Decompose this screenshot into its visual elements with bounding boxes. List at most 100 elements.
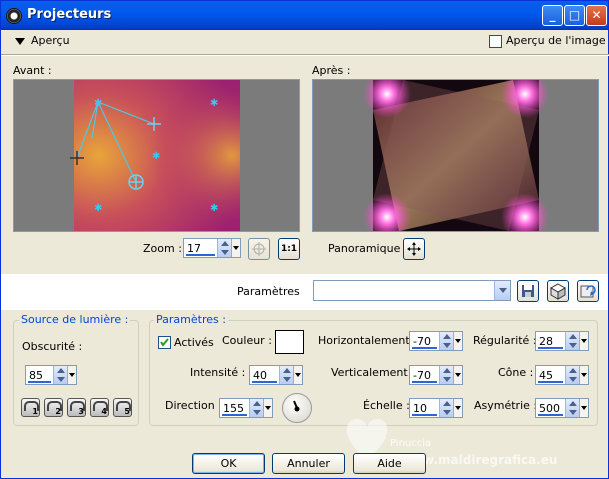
after-preview xyxy=(312,79,599,232)
scale-spinbox[interactable]: 10 xyxy=(409,398,463,418)
zoom-spinbox[interactable]: 17 xyxy=(183,238,241,258)
intensity-spinbox[interactable]: 40 xyxy=(249,365,303,385)
save-preset-button[interactable] xyxy=(517,280,539,302)
close-button[interactable]: ✕ xyxy=(586,5,607,26)
horizontal-underline xyxy=(412,347,437,349)
direction-label: Direction : xyxy=(165,399,222,412)
direction-spin-arrows-icon[interactable] xyxy=(249,399,263,417)
darkness-label: Obscurité : xyxy=(22,340,83,353)
darkness-dropdown-icon[interactable] xyxy=(67,366,76,384)
asymmetry-label: Asymétrie : xyxy=(474,399,538,412)
pan-button[interactable] xyxy=(403,238,425,260)
ok-button[interactable]: OK xyxy=(192,453,265,474)
direction-dial[interactable] xyxy=(282,393,312,423)
direction-dropdown-icon[interactable] xyxy=(263,399,272,417)
randomize-button[interactable] xyxy=(547,280,569,302)
window-title: Projecteurs xyxy=(27,7,112,22)
svg-text:✱: ✱ xyxy=(210,203,218,214)
after-preview-image xyxy=(363,80,549,231)
presets-label: Paramètres xyxy=(237,285,300,298)
dice-icon xyxy=(549,283,567,300)
actual-size-button[interactable]: 1:1 xyxy=(278,238,300,260)
minimize-button[interactable]: _ xyxy=(542,5,563,26)
pan-arrows-icon xyxy=(407,242,421,256)
scale-dropdown-icon[interactable] xyxy=(453,399,462,417)
after-label: Après : xyxy=(312,64,351,77)
light-preset-4-number: 4 xyxy=(101,407,107,416)
light-preset-3-number: 3 xyxy=(78,407,84,416)
svg-text:✱: ✱ xyxy=(94,98,102,109)
intensity-dropdown-icon[interactable] xyxy=(293,366,302,384)
before-label: Avant : xyxy=(13,64,52,77)
regularity-label: Régularité : xyxy=(473,334,537,347)
darkness-spinbox[interactable]: 85 xyxy=(25,365,77,385)
asymmetry-dropdown-icon[interactable] xyxy=(579,399,588,417)
cone-dropdown-icon[interactable] xyxy=(579,366,588,384)
preview-toggle-label[interactable]: Aperçu xyxy=(31,34,70,47)
parameters-title: Paramètres : xyxy=(154,313,228,326)
regularity-spinbox[interactable]: 28 xyxy=(535,331,589,351)
cone-spinbox[interactable]: 45 xyxy=(535,365,589,385)
asymmetry-spinbox[interactable]: 500 xyxy=(535,398,589,418)
light-preset-1-button[interactable]: 1 xyxy=(21,398,40,417)
zoom-spin-arrows-icon[interactable] xyxy=(217,239,231,257)
color-swatch[interactable] xyxy=(275,330,304,354)
darkness-underline xyxy=(28,381,51,383)
vertical-spinbox[interactable]: -70 xyxy=(409,365,463,385)
intensity-underline xyxy=(252,381,277,383)
horizontal-label: Horizontalement : xyxy=(318,334,417,347)
direction-dial-needle-icon xyxy=(293,400,300,412)
pan-label: Panoramique : xyxy=(328,242,408,255)
vertical-label: Verticalement : xyxy=(331,366,415,379)
light-preset-4-button[interactable]: 4 xyxy=(90,398,109,417)
asymmetry-spin-arrows-icon[interactable] xyxy=(565,399,579,417)
intensity-label: Intensité : xyxy=(190,366,246,379)
zoom-underline xyxy=(186,254,215,256)
light-preset-5-number: 5 xyxy=(124,407,130,416)
direction-spinbox[interactable]: 155 xyxy=(219,398,273,418)
watermark-name: Pinuccia xyxy=(390,438,432,449)
asymmetry-underline xyxy=(538,414,563,416)
checkmark-icon xyxy=(160,338,169,347)
reset-icon xyxy=(580,285,596,298)
horizontal-spin-arrows-icon[interactable] xyxy=(439,332,453,350)
light-preset-2-number: 2 xyxy=(55,407,61,416)
svg-text:✱: ✱ xyxy=(152,151,160,162)
image-preview-checkbox[interactable] xyxy=(489,35,502,48)
before-preview[interactable]: ✱ ✱ ✱ ✱ ✱ xyxy=(13,79,300,232)
vertical-underline xyxy=(412,381,437,383)
darkness-spin-arrows-icon[interactable] xyxy=(53,366,67,384)
cone-spin-arrows-icon[interactable] xyxy=(565,366,579,384)
image-preview-label: Aperçu de l'image xyxy=(506,34,606,47)
cone-underline xyxy=(538,381,563,383)
light-preset-2-button[interactable]: 2 xyxy=(44,398,63,417)
scale-spin-arrows-icon[interactable] xyxy=(439,399,453,417)
regularity-dropdown-icon[interactable] xyxy=(579,332,588,350)
reset-button[interactable] xyxy=(577,280,599,302)
active-label: Activés xyxy=(174,336,214,349)
help-button[interactable]: Aide xyxy=(353,453,426,474)
horizontal-spinbox[interactable]: -70 xyxy=(409,331,463,351)
svg-text:✱: ✱ xyxy=(210,98,218,109)
intensity-spin-arrows-icon[interactable] xyxy=(279,366,293,384)
cancel-button[interactable]: Annuler xyxy=(272,453,345,474)
svg-text:✱: ✱ xyxy=(94,203,102,214)
active-checkbox[interactable] xyxy=(158,336,171,349)
presets-combobox[interactable] xyxy=(313,280,511,301)
vertical-spin-arrows-icon[interactable] xyxy=(439,366,453,384)
vertical-dropdown-icon[interactable] xyxy=(453,366,462,384)
horizontal-dropdown-icon[interactable] xyxy=(453,332,462,350)
scale-underline xyxy=(412,414,437,416)
light-preset-3-button[interactable]: 3 xyxy=(67,398,86,417)
zoom-fit-button[interactable] xyxy=(248,238,270,260)
regularity-spin-arrows-icon[interactable] xyxy=(565,332,579,350)
light-preset-5-button[interactable]: 5 xyxy=(113,398,132,417)
color-label: Couleur : xyxy=(222,334,272,347)
app-lens-icon xyxy=(6,8,22,24)
presets-dropdown-icon[interactable] xyxy=(494,281,510,300)
title-bar[interactable]: Projecteurs _ □ ✕ xyxy=(1,1,608,30)
maximize-button[interactable]: □ xyxy=(564,5,585,26)
before-preview-image[interactable]: ✱ ✱ ✱ ✱ ✱ xyxy=(14,80,299,231)
zoom-dropdown-icon[interactable] xyxy=(231,239,240,257)
collapse-triangle-icon[interactable] xyxy=(15,38,25,45)
